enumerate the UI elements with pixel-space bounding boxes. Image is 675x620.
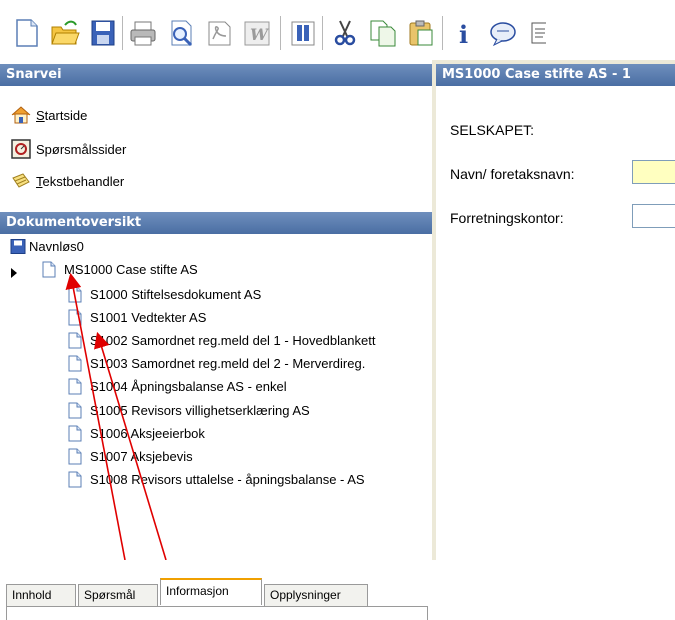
paste-icon[interactable] (406, 18, 436, 48)
shortcut-startside[interactable]: Startside (10, 104, 87, 126)
svg-text:W: W (250, 25, 270, 44)
document-item[interactable]: S1001 Vedtekter AS (68, 306, 206, 328)
document-item[interactable]: S1008 Revisors uttalelse - åpningsbalans… (68, 469, 365, 491)
document-icon (68, 402, 82, 418)
document-item-label: S1004 Åpningsbalanse AS - enkel (90, 379, 287, 395)
tab-sporsmal[interactable]: Spørsmål (78, 584, 158, 606)
open-folder-icon[interactable] (50, 18, 80, 48)
tab-content-area (6, 606, 428, 620)
company-name-input[interactable] (632, 160, 675, 184)
toolbar-separator (322, 16, 323, 50)
document-icon (68, 471, 82, 488)
tab-opplysninger[interactable]: Opplysninger (264, 584, 368, 606)
left-pane: Snarvei Startside Spørsmålssider Tekstbe… (0, 60, 432, 620)
document-icon (68, 332, 82, 349)
document-icon (68, 378, 82, 395)
info-icon[interactable]: i (450, 18, 480, 48)
svg-text:i: i (459, 20, 468, 47)
shortcut-sporsmalssider[interactable]: Spørsmålssider (10, 138, 126, 160)
document-item-label: S1001 Vedtekter AS (90, 309, 207, 325)
document-panel-header: Dokumentoversikt (0, 212, 432, 234)
right-pane: MS1000 Case stifte AS - 1 SELSKAPET: Nav… (432, 60, 675, 564)
tree-root-label: Navnløs0 (29, 238, 84, 254)
shortcut-panel-header: Snarvei (0, 64, 432, 86)
expand-arrow-icon[interactable] (11, 268, 17, 278)
print-icon[interactable] (128, 18, 158, 48)
questions-icon (10, 139, 32, 159)
business-office-input[interactable] (632, 204, 675, 228)
edit-icon[interactable] (526, 18, 550, 48)
document-item[interactable]: S1006 Aksjeeierbok (68, 422, 205, 444)
shortcut-label: Spørsmålssider (36, 141, 127, 157)
new-document-icon[interactable] (12, 18, 42, 48)
text-editor-icon (10, 171, 32, 191)
document-icon (68, 355, 82, 372)
company-name-label: Navn/ foretaksnavn: (450, 166, 575, 182)
document-item[interactable]: S1002 Samordnet reg.meld del 1 - Hovedbl… (68, 329, 375, 351)
document-item[interactable]: S1004 Åpningsbalanse AS - enkel (68, 376, 287, 398)
document-icon (68, 425, 82, 442)
document-item[interactable]: S1007 Aksjebevis (68, 445, 193, 467)
toolbar-separator (122, 16, 123, 50)
tab-innhold[interactable]: Innhold (6, 584, 76, 606)
home-icon (10, 105, 32, 125)
document-item-label: S1005 Revisors villighetserklæring AS (90, 402, 310, 418)
document-item[interactable]: S1005 Revisors villighetserklæring AS (68, 399, 310, 421)
shortcut-label: Tekstbehandler (36, 173, 125, 189)
shortcut-label: Startside (36, 107, 88, 123)
document-icon (68, 448, 82, 465)
word-icon[interactable]: W (242, 18, 272, 48)
tree-case[interactable]: MS1000 Case stifte AS (42, 258, 198, 280)
document-item-label: S1006 Aksjeeierbok (90, 425, 205, 441)
document-icon (68, 309, 82, 326)
copy-icon[interactable] (368, 18, 398, 48)
save-icon[interactable] (88, 18, 118, 48)
pdf-icon[interactable] (204, 18, 234, 48)
cut-icon[interactable] (330, 18, 360, 48)
document-item-label: S1008 Revisors uttalelse - åpningsbalans… (90, 472, 365, 488)
document-item-label: S1000 Stiftelsesdokument AS (90, 286, 262, 302)
section-heading: SELSKAPET: (450, 122, 535, 138)
tree-case-label: MS1000 Case stifte AS (64, 261, 198, 277)
form-area: SELSKAPET: Navn/ foretaksnavn: Forretnin… (436, 86, 675, 564)
document-item[interactable]: S1003 Samordnet reg.meld del 2 - Merverd… (68, 353, 365, 375)
tree-root[interactable]: Navnløs0 (10, 235, 84, 257)
business-office-label: Forretningskontor: (450, 210, 564, 226)
document-icon (42, 261, 56, 277)
toolbar-separator (280, 16, 281, 50)
save-icon (10, 238, 26, 254)
shortcut-tekstbehandler[interactable]: Tekstbehandler (10, 170, 124, 192)
document-item-label: S1007 Aksjebevis (90, 448, 193, 464)
book-icon[interactable] (288, 18, 318, 48)
document-item[interactable]: S1000 Stiftelsesdokument AS (68, 283, 261, 305)
document-icon (68, 286, 82, 302)
toolbar: W i (0, 0, 675, 60)
tab-informasjon[interactable]: Informasjon (160, 578, 262, 605)
document-item-label: S1003 Samordnet reg.meld del 2 - Merverd… (90, 356, 366, 372)
speech-bubble-icon[interactable] (488, 18, 518, 48)
document-item-label: S1002 Samordnet reg.meld del 1 - Hovedbl… (90, 332, 376, 348)
form-panel-header: MS1000 Case stifte AS - 1 (436, 64, 675, 86)
print-preview-icon[interactable] (166, 18, 196, 48)
toolbar-separator (442, 16, 443, 50)
